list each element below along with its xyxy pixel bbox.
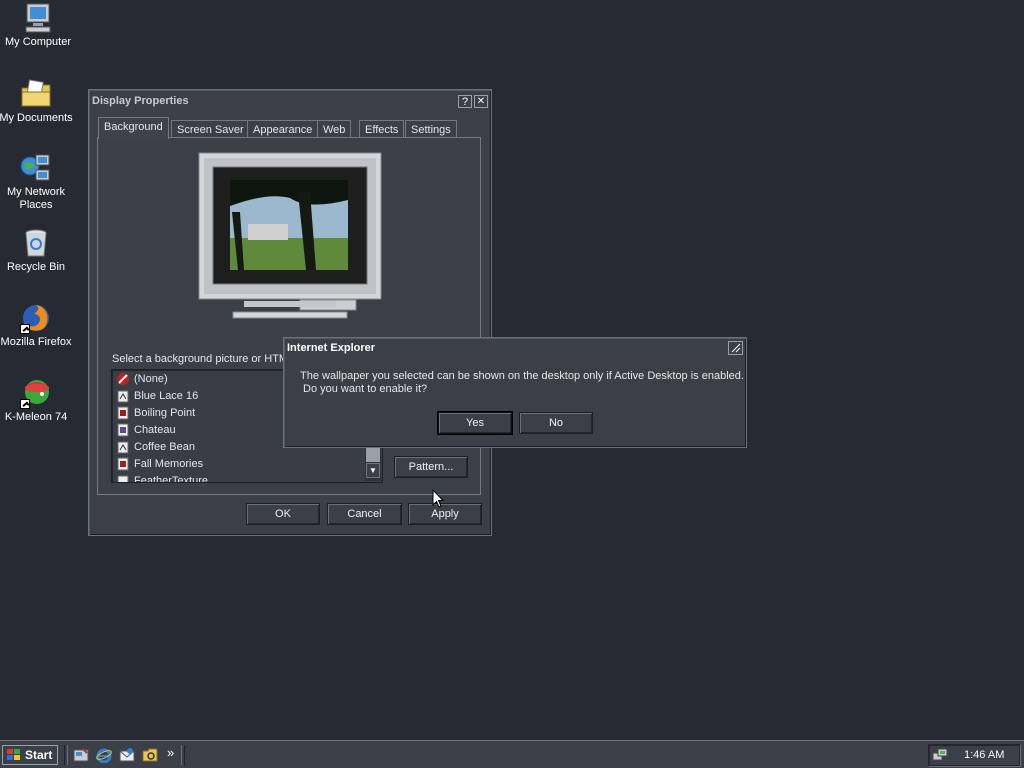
help-button[interactable]: ? xyxy=(458,94,472,108)
list-item-label: FeatherTexture xyxy=(134,474,208,483)
dialog-title: Internet Explorer xyxy=(287,342,376,354)
monitor-preview xyxy=(198,152,382,322)
background-picture-label: Select a background picture or HTM xyxy=(112,353,289,365)
desktop-icon-label: My Network Places xyxy=(6,186,66,211)
desktop-icon-my-documents[interactable]: My Documents xyxy=(0,78,74,125)
outlook-express-icon[interactable] xyxy=(119,747,135,763)
cancel-button[interactable]: Cancel xyxy=(327,503,402,525)
list-item-label: Boiling Point xyxy=(134,406,196,419)
computer-icon xyxy=(22,2,54,34)
ie-dialog-titlebar[interactable]: Internet Explorer xyxy=(284,339,746,357)
desktop-icon-mozilla-firefox[interactable]: Mozilla Firefox xyxy=(0,302,74,349)
list-item-label: Chateau xyxy=(134,423,176,436)
window-title: Display Properties xyxy=(92,95,189,107)
scroll-down-arrow-icon[interactable]: ▼ xyxy=(366,463,380,478)
bitmap-file-icon xyxy=(116,406,130,420)
bitmap-file-icon xyxy=(116,474,130,482)
clock[interactable]: 1:46 AM xyxy=(964,749,1004,761)
list-item[interactable]: FeatherTexture xyxy=(112,472,382,483)
ok-button[interactable]: OK xyxy=(246,503,320,525)
internet-explorer-dialog: Internet Explorer The wallpaper you sele… xyxy=(283,337,747,448)
start-label: Start xyxy=(25,748,53,762)
system-tray: 1:46 AM xyxy=(928,744,1020,766)
bitmap-file-icon xyxy=(116,389,130,403)
list-item-label: Fall Memories xyxy=(134,457,204,470)
desktop-icon-label: K-Meleon 74 xyxy=(4,411,68,423)
list-item-label: (None) xyxy=(134,372,168,385)
tab-web[interactable]: Web xyxy=(317,120,352,138)
taskbar-divider xyxy=(64,745,68,765)
windows-logo-icon xyxy=(6,748,22,762)
desktop-icon-label: Mozilla Firefox xyxy=(0,336,72,348)
internet-explorer-icon[interactable] xyxy=(96,747,112,764)
start-button[interactable]: Start xyxy=(2,745,58,765)
tab-effects[interactable]: Effects xyxy=(359,120,405,138)
list-item-label: Blue Lace 16 xyxy=(134,389,199,402)
yes-button[interactable]: Yes xyxy=(437,411,513,435)
quick-launch-overflow-chevron[interactable]: » xyxy=(167,745,174,760)
desktop-icon-k-meleon[interactable]: K-Meleon 74 xyxy=(0,377,74,424)
bitmap-file-icon xyxy=(116,457,130,471)
taskbar: Start » 1:46 AM xyxy=(0,740,1024,768)
list-item-label: Coffee Bean xyxy=(134,440,195,453)
explorer-folder-icon[interactable] xyxy=(142,747,158,763)
tab-background[interactable]: Background xyxy=(98,117,169,139)
apply-button[interactable]: Apply xyxy=(408,503,482,525)
recycle-bin-icon xyxy=(20,227,52,259)
resize-icon[interactable] xyxy=(728,341,743,355)
tab-screen-saver[interactable]: Screen Saver xyxy=(171,120,250,138)
display-properties-window: Display Properties ? ✕ Background Screen… xyxy=(88,89,492,536)
desktop-icon-recycle-bin[interactable]: Recycle Bin xyxy=(0,227,74,274)
desktop-icon-label: Recycle Bin xyxy=(6,261,66,273)
tab-appearance[interactable]: Appearance xyxy=(247,120,319,138)
tab-settings[interactable]: Settings xyxy=(405,120,457,138)
no-button[interactable]: No xyxy=(519,412,593,434)
list-item[interactable]: Fall Memories xyxy=(112,455,382,472)
desktop-icon-label: My Computer xyxy=(4,36,72,48)
documents-folder-icon xyxy=(20,78,52,110)
show-desktop-icon[interactable] xyxy=(73,747,89,763)
k-meleon-icon xyxy=(20,377,52,409)
desktop-icon-my-computer[interactable]: My Computer xyxy=(0,2,76,49)
scrollbar-thumb[interactable] xyxy=(366,446,380,462)
mouse-cursor-icon xyxy=(432,488,445,509)
shortcut-arrow-icon xyxy=(20,399,30,409)
pattern-button[interactable]: Pattern... xyxy=(394,456,468,478)
network-places-icon xyxy=(20,152,52,184)
dialog-message-line2: Do you want to enable it? xyxy=(303,383,428,395)
bitmap-file-icon xyxy=(116,423,130,437)
shortcut-arrow-icon xyxy=(20,324,30,334)
display-properties-titlebar[interactable]: Display Properties ? ✕ xyxy=(89,92,491,110)
network-connection-icon[interactable] xyxy=(932,747,948,763)
dialog-message-line1: The wallpaper you selected can be shown … xyxy=(300,370,744,382)
firefox-icon xyxy=(20,302,52,334)
desktop-icon-my-network-places[interactable]: My Network Places xyxy=(0,152,74,212)
bitmap-file-icon xyxy=(116,440,130,454)
close-button[interactable]: ✕ xyxy=(474,94,488,108)
desktop-icon-label: My Documents xyxy=(0,112,73,124)
none-icon xyxy=(116,372,130,386)
taskbar-divider xyxy=(181,745,185,765)
